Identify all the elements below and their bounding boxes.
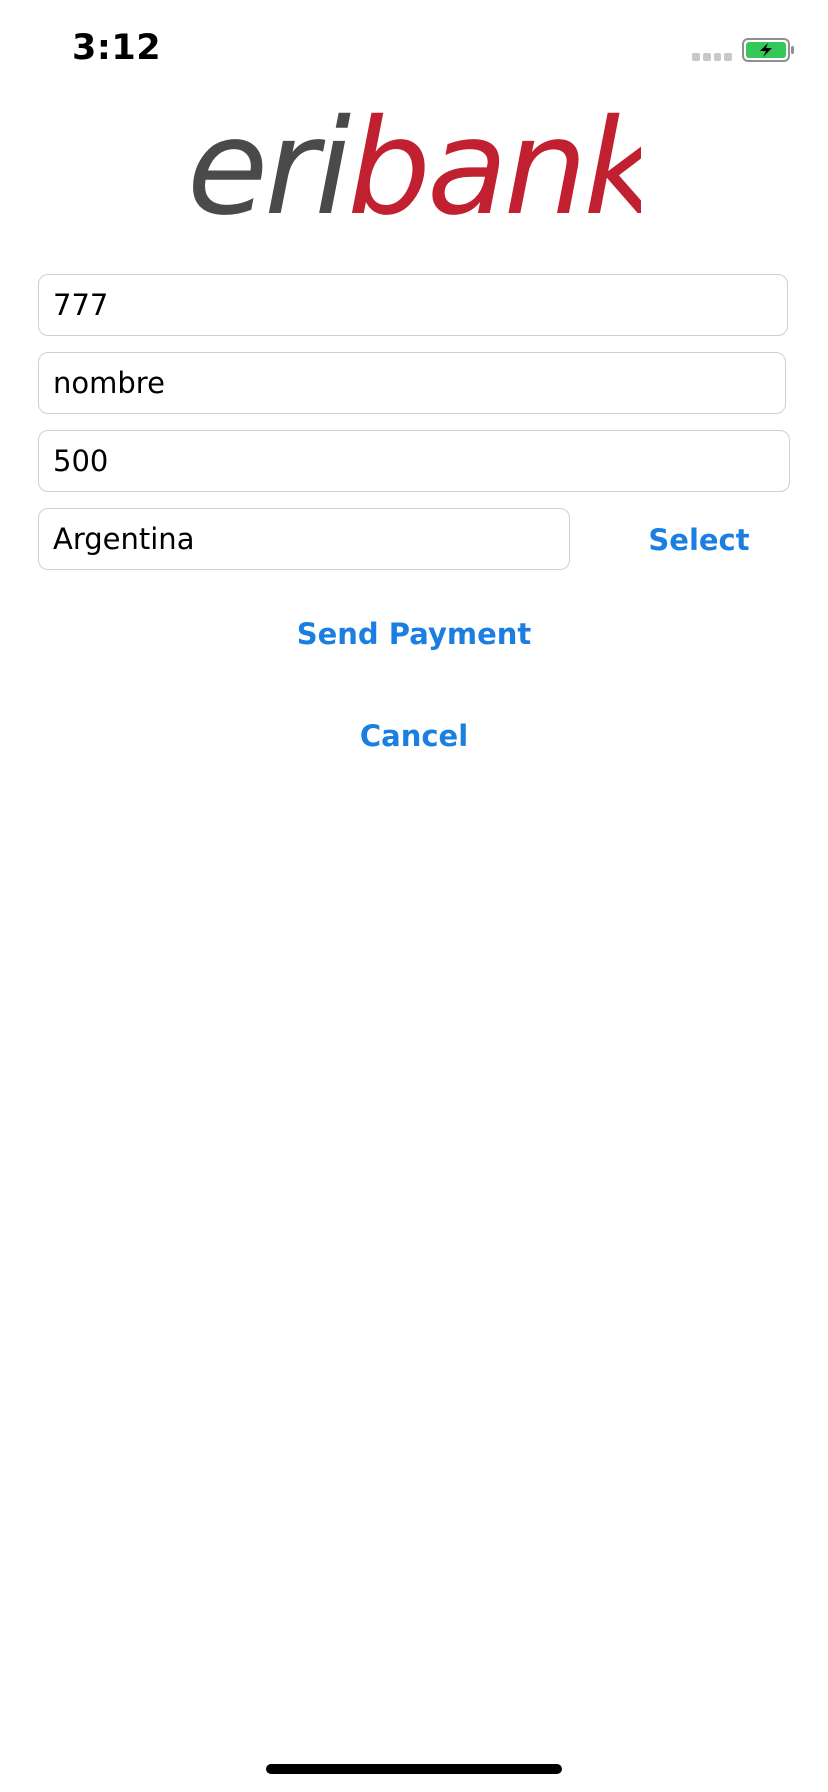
select-country-button[interactable]: Select xyxy=(640,520,758,560)
status-time: 3:12 xyxy=(72,28,162,68)
eribank-logo: eribank xyxy=(187,105,641,235)
svg-text:eribank: eribank xyxy=(187,105,641,235)
battery-charging-icon xyxy=(742,38,794,62)
signal-icon xyxy=(692,53,732,63)
send-payment-button[interactable]: Send Payment xyxy=(280,614,548,654)
home-indicator[interactable] xyxy=(266,1764,562,1774)
status-bar: 3:12 xyxy=(0,0,828,100)
logo-text-bank: bank xyxy=(347,105,641,235)
amount-field[interactable] xyxy=(38,430,790,492)
name-field[interactable] xyxy=(38,352,786,414)
country-field[interactable] xyxy=(38,508,570,570)
cancel-button[interactable]: Cancel xyxy=(334,716,494,756)
logo-text-eri: eri xyxy=(187,105,351,235)
account-field[interactable] xyxy=(38,274,788,336)
